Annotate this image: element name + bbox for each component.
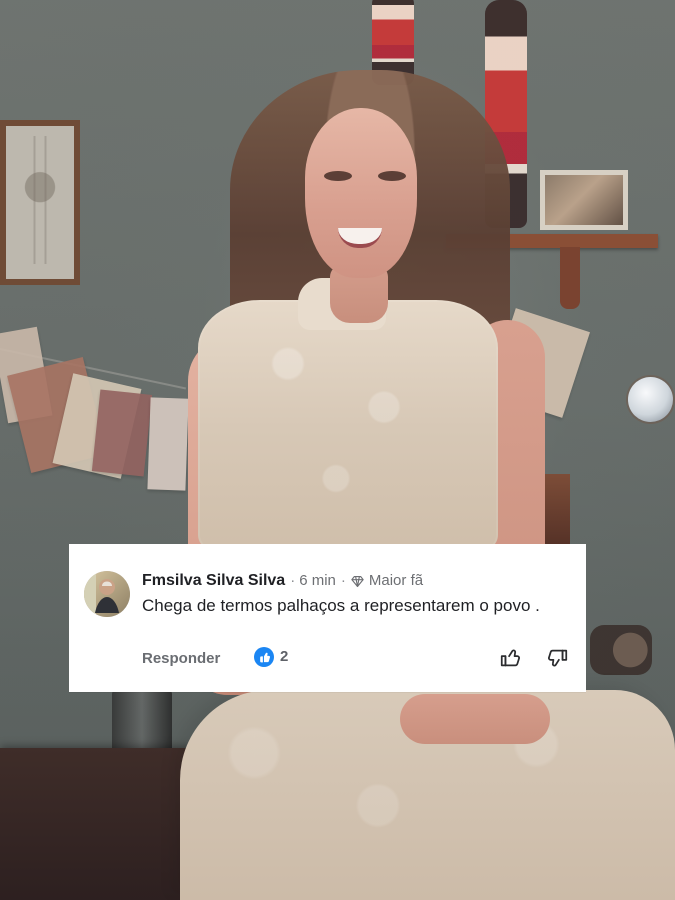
comment-card: Fmsilva Silva Silva · 6 min · Maior fã C… [69, 544, 586, 692]
nutcracker-figure-left [372, 0, 414, 85]
wall-picture-frame [0, 120, 80, 285]
hair [230, 70, 510, 540]
avatar[interactable] [84, 571, 130, 617]
nutcracker-figure-right [485, 0, 527, 228]
dress-top [198, 278, 498, 555]
neck [330, 265, 388, 323]
diamond-icon [350, 574, 365, 589]
reply-button[interactable]: Responder [142, 650, 220, 668]
author-name[interactable]: Fmsilva Silva Silva [142, 572, 285, 590]
shelf-picture-frame [540, 170, 628, 230]
right-eye [378, 171, 406, 181]
comment-time: 6 min [299, 572, 336, 589]
thumbs-up-icon[interactable] [498, 646, 522, 670]
hanging-card-6 [488, 308, 590, 418]
reaction-count: 2 [280, 648, 289, 665]
comment-header: Fmsilva Silva Silva · 6 min · Maior fã [142, 572, 572, 590]
avatar-image [84, 571, 130, 617]
christmas-ornament [628, 377, 673, 422]
hands [400, 694, 550, 744]
meta-separator: · [340, 572, 346, 589]
lamp-detail [590, 625, 652, 675]
left-eye [324, 171, 352, 181]
dark-table [0, 748, 215, 900]
reaction-summary[interactable]: 2 [254, 647, 288, 667]
wall-shelf [446, 234, 658, 248]
hanging-card-5 [147, 397, 189, 491]
meta-separator: · [290, 572, 296, 589]
hanging-card-4 [91, 389, 153, 477]
shelf-bracket [560, 247, 580, 309]
background-photo [0, 0, 675, 900]
badge-label: Maior fã [368, 572, 424, 589]
wooden-box [518, 474, 570, 544]
dress-skirt [180, 690, 675, 900]
smile [338, 228, 382, 248]
face [305, 108, 417, 278]
comment-text: Chega de termos palhaços a representarem… [142, 596, 540, 615]
like-icon [254, 647, 274, 667]
thumbs-down-icon[interactable] [546, 646, 570, 670]
